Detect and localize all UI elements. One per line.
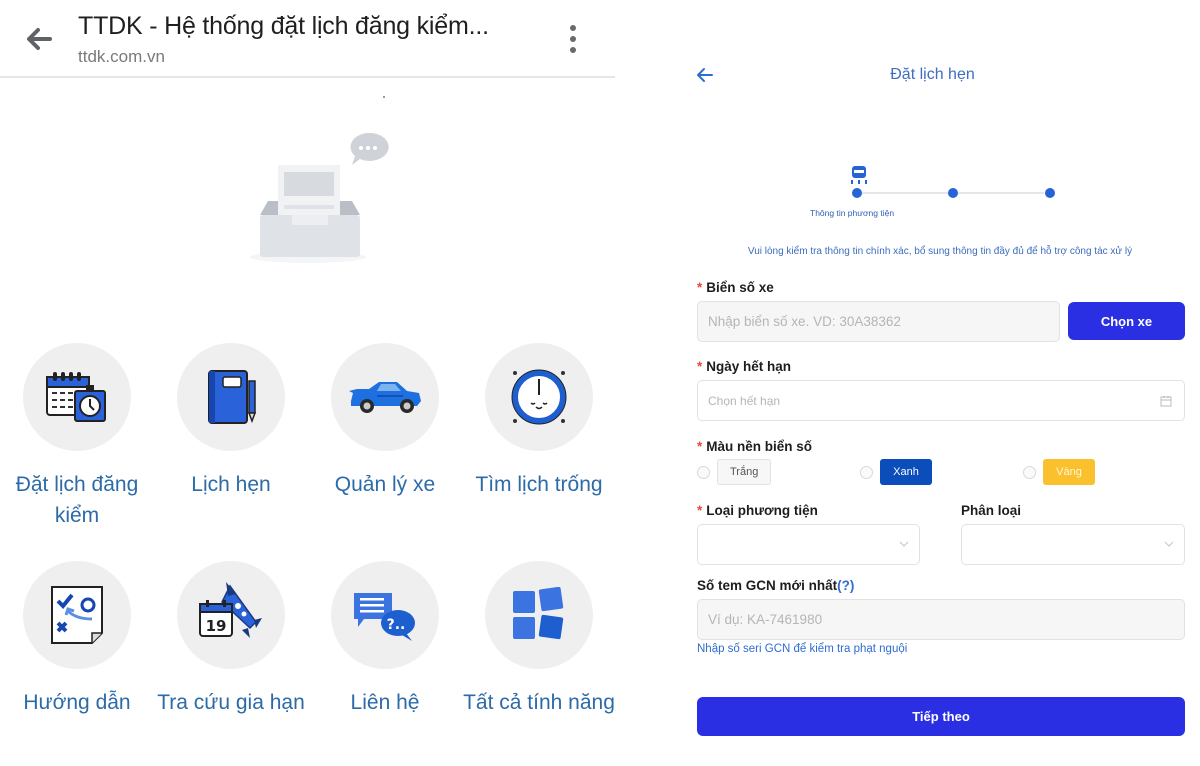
feature-label: Quản lý xe	[334, 473, 436, 496]
notebook-pencil-icon	[208, 370, 257, 424]
feature-label: Tìm lịch trống	[475, 473, 603, 496]
choose-vehicle-button[interactable]: Chọn xe	[1068, 302, 1185, 340]
feature-huong-dan[interactable]: Hướng dẫn	[0, 561, 154, 718]
question-mark-text: ?..	[387, 617, 406, 633]
guide-map-icon	[51, 586, 103, 644]
plate-color-option-yellow[interactable]: Vàng	[1023, 459, 1095, 485]
page-title: TTDK - Hệ thống đặt lịch đăng kiểm...	[78, 12, 489, 40]
more-vertical-icon	[570, 25, 576, 31]
step-connector	[958, 192, 1044, 194]
all-features-grid-icon	[513, 587, 564, 640]
arrow-left-icon	[27, 28, 52, 50]
feature-tim-lich-trong[interactable]: Tìm lịch trống	[462, 343, 616, 500]
progress-stepper: Thông tin phương tiện	[800, 160, 1070, 230]
calendar-clock-icon	[46, 372, 106, 422]
step-connector	[862, 192, 948, 194]
more-menu-button[interactable]	[562, 22, 584, 56]
chevron-down-icon	[1164, 541, 1174, 547]
color-chip: Xanh	[880, 459, 932, 485]
page-url: ttdk.com.vn	[78, 47, 165, 66]
plate-color-option-blue[interactable]: Xanh	[860, 459, 932, 485]
color-chip: Vàng	[1043, 459, 1095, 485]
stopwatch-icon	[511, 369, 567, 425]
mobile-home-screen: TTDK - Hệ thống đặt lịch đăng kiểm... tt…	[0, 0, 620, 766]
category-label: Phân loại	[961, 503, 1022, 518]
step-2-dot	[948, 188, 958, 198]
gcn-input[interactable]: Ví dụ: KA-7461980	[697, 599, 1185, 640]
feature-label: Tra cứu gia hạn	[157, 691, 305, 714]
radio-button[interactable]	[860, 465, 873, 479]
feature-dat-lich-dang-kiem[interactable]: Đặt lịch đăng kiểm	[0, 343, 154, 531]
expiry-date-picker[interactable]: Chọn hết hạn	[697, 380, 1185, 421]
car-icon	[349, 382, 421, 413]
calendar-icon	[1160, 396, 1172, 407]
category-select[interactable]	[961, 524, 1185, 565]
plate-color-option-white[interactable]: Trắng	[697, 459, 772, 485]
form-title: Đặt lịch hẹn	[890, 66, 975, 83]
next-button[interactable]: Tiếp theo	[697, 697, 1185, 736]
plate-input[interactable]: Nhập biển số xe. VD: 30A38362	[697, 301, 1060, 342]
feature-label: Liên hệ	[350, 691, 420, 714]
empty-inbox-illustration	[250, 132, 389, 263]
step-3-dot	[1045, 188, 1055, 198]
feature-label: Đặt lịch đăng kiểm	[15, 473, 139, 527]
radio-button[interactable]	[697, 465, 710, 479]
plate-label: * Biển số xe	[697, 280, 774, 295]
feature-tat-ca-tinh-nang[interactable]: Tất cả tính năng	[462, 561, 616, 718]
vehicle-icon	[851, 166, 867, 184]
gcn-label: Số tem GCN mới nhất(?)	[697, 578, 855, 593]
expiry-label: * Ngày hết hạn	[697, 359, 792, 374]
vehicle-type-label: * Loại phương tiện	[697, 503, 818, 518]
vehicle-type-select[interactable]	[697, 524, 920, 565]
radio-button[interactable]	[1023, 465, 1036, 479]
feature-label: Hướng dẫn	[23, 691, 131, 714]
chat-question-icon: ?..	[354, 593, 415, 641]
back-button[interactable]	[22, 22, 56, 56]
booking-form-screen: Đặt lịch hẹn Thông tin phương tiện Vui l…	[680, 0, 1200, 766]
calendar-rocket-icon: 19	[199, 582, 262, 638]
form-notice: Vui lòng kiểm tra thông tin chính xác, b…	[747, 246, 1133, 257]
plate-color-label: * Màu nền biển số	[697, 439, 813, 454]
gcn-hint-link[interactable]: Nhập số seri GCN để kiểm tra phạt nguội	[697, 643, 907, 655]
feature-quan-ly-xe[interactable]: Quản lý xe	[308, 343, 462, 500]
step-label: Thông tin phương tiện	[810, 208, 895, 218]
feature-label: Lịch hẹn	[191, 473, 271, 496]
step-1-dot	[852, 188, 862, 198]
divider-dot	[383, 96, 385, 98]
chevron-down-icon	[899, 541, 909, 547]
color-chip: Trắng	[717, 459, 772, 485]
required-mark: *	[697, 280, 703, 295]
feature-lien-he[interactable]: ?.. Liên hệ	[308, 561, 462, 718]
feature-label: Tất cả tính năng	[463, 691, 615, 714]
browser-header: TTDK - Hệ thống đặt lịch đăng kiểm... tt…	[0, 0, 615, 78]
calendar-day-text: 19	[206, 617, 227, 635]
gcn-help-link[interactable]: (?)	[837, 578, 854, 593]
feature-tra-cuu-gia-han[interactable]: 19 Tra cứu gia hạn	[154, 561, 308, 718]
feature-lich-hen[interactable]: Lịch hẹn	[154, 343, 308, 500]
